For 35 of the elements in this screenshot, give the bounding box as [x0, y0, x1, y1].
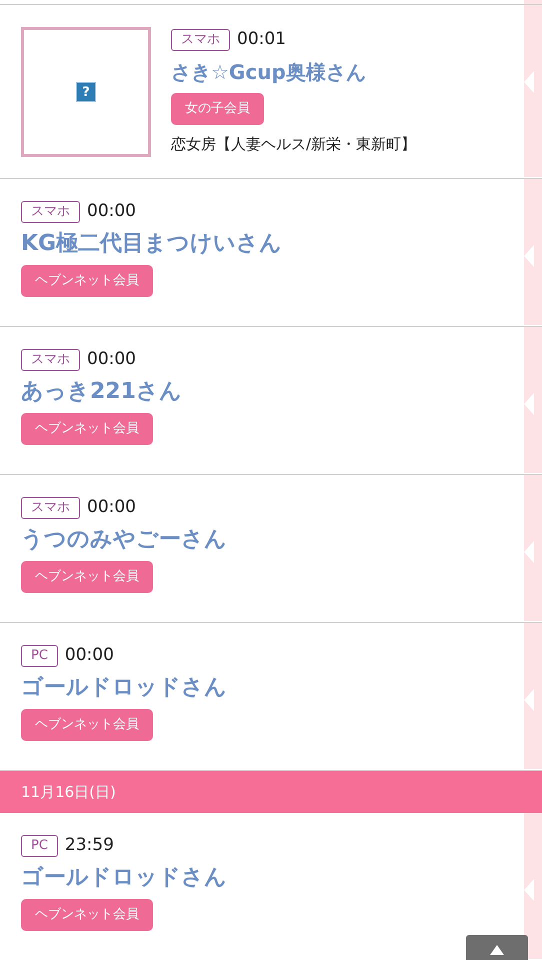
user-name[interactable]: ゴールドロッドさん — [21, 862, 227, 892]
pointer-icon — [524, 879, 534, 901]
time-text: 00:01 — [237, 28, 286, 51]
pointer-icon — [524, 71, 534, 93]
up-arrow-icon — [490, 945, 504, 955]
pointer-icon — [524, 245, 534, 267]
device-tag: スマホ — [171, 28, 230, 51]
pointer-icon — [524, 689, 534, 711]
user-name[interactable]: KG極二代目まつけいさん — [21, 228, 282, 258]
user-name[interactable]: あっき221さん — [21, 376, 182, 406]
broken-image-icon: ? — [76, 82, 96, 102]
member-button[interactable]: ヘブンネット会員 — [21, 898, 153, 930]
user-name[interactable]: さき☆Gcup奥様さん — [171, 56, 366, 86]
device-tag: スマホ — [21, 496, 80, 519]
user-name[interactable]: うつのみやごーさん — [21, 524, 227, 554]
device-tag: PC — [21, 644, 58, 667]
member-button[interactable]: ヘブンネット会員 — [21, 560, 153, 592]
time-text: 00:00 — [87, 348, 136, 371]
time-text: 00:00 — [87, 200, 136, 223]
user-name[interactable]: ゴールドロッドさん — [21, 672, 227, 702]
pointer-icon — [524, 541, 534, 563]
member-button[interactable]: ヘブンネット会員 — [21, 708, 153, 740]
device-tag: スマホ — [21, 348, 80, 371]
time-text: 00:00 — [64, 644, 114, 667]
member-button[interactable]: ヘブンネット会員 — [21, 412, 153, 444]
thumbnail-frame[interactable]: ? — [21, 27, 151, 157]
device-tag: PC — [21, 834, 58, 857]
date-bar: 11月16日(日) — [0, 771, 542, 813]
device-tag: スマホ — [21, 200, 80, 223]
pointer-icon — [524, 393, 534, 415]
member-button[interactable]: 女の子会員 — [171, 92, 264, 124]
time-text: 23:59 — [64, 834, 114, 857]
member-button[interactable]: ヘブンネット会員 — [21, 264, 153, 296]
shop-text: 恋女房【人妻ヘルス/新栄・東新町】 — [171, 134, 416, 154]
time-text: 00:00 — [87, 496, 136, 519]
